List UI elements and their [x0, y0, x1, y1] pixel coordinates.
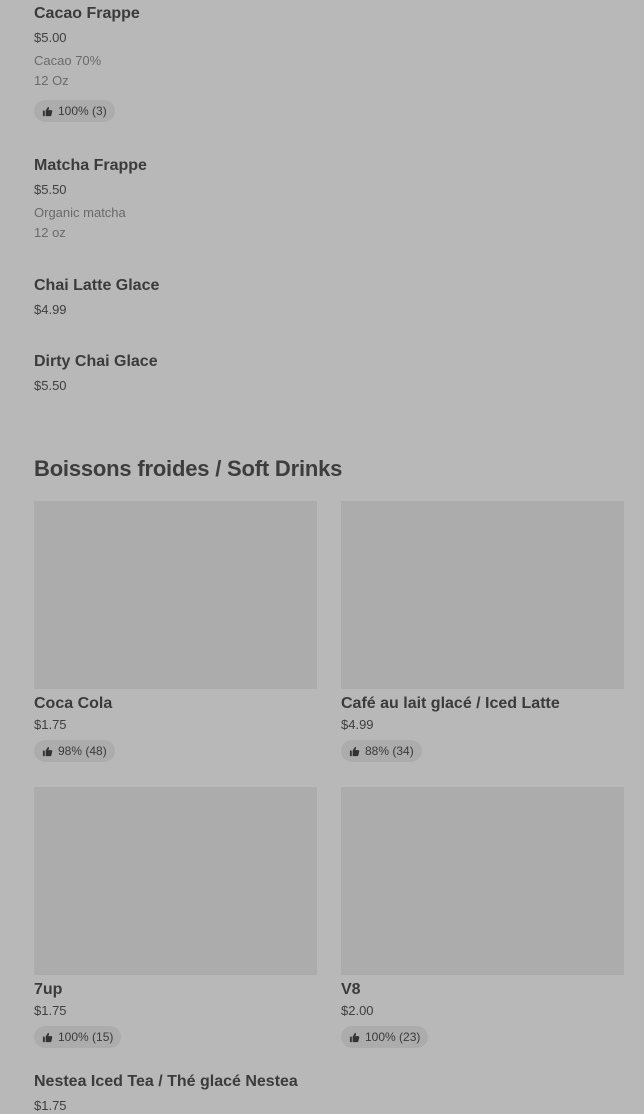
item-description-line: 12 Oz: [34, 73, 69, 88]
rating-text: 88% (34): [365, 744, 414, 758]
item-price: $4.99: [34, 302, 67, 317]
list-item[interactable]: Cacao Frappe $5.00 Cacao 70% 12 Oz 100% …: [34, 4, 140, 122]
product-price: $2.00: [341, 1003, 374, 1018]
rating-badge: 98% (48): [34, 740, 115, 762]
item-price: $5.00: [34, 30, 67, 45]
product-image-placeholder[interactable]: [341, 787, 624, 975]
list-item[interactable]: Chai Latte Glace $4.99: [34, 276, 159, 318]
product-image-placeholder[interactable]: [34, 787, 317, 975]
thumbs-up-icon: [349, 1032, 360, 1043]
product-name: Café au lait glacé / Iced Latte: [341, 695, 560, 712]
thumbs-up-icon: [42, 1032, 53, 1043]
item-description-line: Organic matcha: [34, 205, 126, 220]
section-title: Boissons froides / Soft Drinks: [34, 456, 343, 481]
product-card[interactable]: Coca Cola $1.75 98% (48): [34, 501, 317, 762]
rating-text: 100% (3): [58, 104, 107, 118]
item-name: Matcha Frappe: [34, 157, 147, 174]
item-name: Nestea Iced Tea / Thé glacé Nestea: [34, 1073, 298, 1090]
item-name: Chai Latte Glace: [34, 277, 160, 294]
item-description: Cacao 70% 12 Oz: [34, 51, 140, 91]
product-price: $1.75: [34, 717, 67, 732]
product-name: Coca Cola: [34, 695, 113, 712]
rating-badge: 100% (3): [34, 100, 115, 122]
item-description-line: Cacao 70%: [34, 53, 102, 68]
product-card[interactable]: Café au lait glacé / Iced Latte $4.99 88…: [341, 501, 624, 762]
thumbs-up-icon: [349, 746, 360, 757]
product-price: $1.75: [34, 1003, 67, 1018]
product-image-placeholder[interactable]: [341, 501, 624, 689]
item-price: $1.75: [34, 1098, 67, 1113]
product-name: V8: [341, 981, 361, 998]
list-item[interactable]: Matcha Frappe $5.50 Organic matcha 12 oz: [34, 156, 147, 243]
product-card[interactable]: V8 $2.00 100% (23): [341, 787, 624, 1048]
rating-badge: 88% (34): [341, 740, 422, 762]
thumbs-up-icon: [42, 746, 53, 757]
item-price: $5.50: [34, 378, 67, 393]
product-price: $4.99: [341, 717, 374, 732]
thumbs-up-icon: [42, 106, 53, 117]
rating-badge: 100% (15): [34, 1026, 122, 1048]
rating-text: 100% (15): [58, 1030, 114, 1044]
rating-text: 100% (23): [365, 1030, 421, 1044]
product-image-placeholder[interactable]: [34, 501, 317, 689]
item-description-line: 12 oz: [34, 225, 66, 240]
item-price: $5.50: [34, 182, 67, 197]
item-name: Cacao Frappe: [34, 5, 140, 22]
list-item[interactable]: Nestea Iced Tea / Thé glacé Nestea $1.75: [34, 1072, 298, 1114]
product-name: 7up: [34, 981, 63, 998]
list-item[interactable]: Dirty Chai Glace $5.50: [34, 352, 158, 394]
item-name: Dirty Chai Glace: [34, 353, 158, 370]
rating-text: 98% (48): [58, 744, 107, 758]
product-card[interactable]: 7up $1.75 100% (15): [34, 787, 317, 1048]
item-description: Organic matcha 12 oz: [34, 203, 147, 243]
rating-badge: 100% (23): [341, 1026, 429, 1048]
